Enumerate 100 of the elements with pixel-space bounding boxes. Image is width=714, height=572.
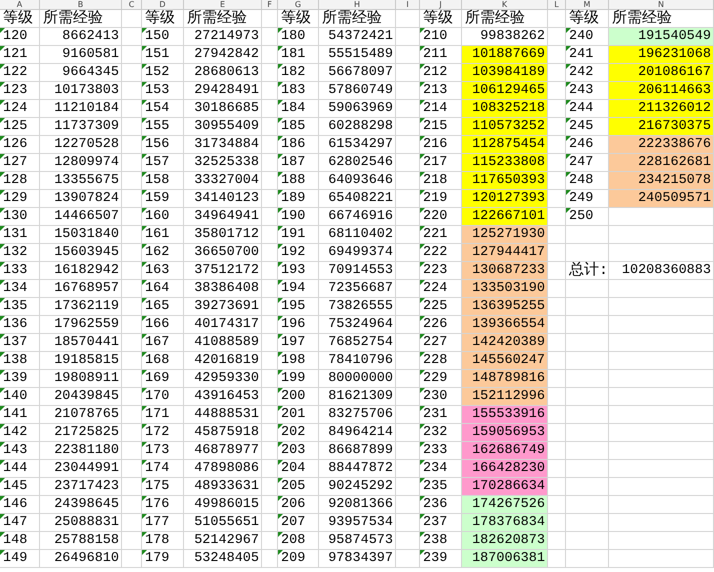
exp-cell: 112875454 — [462, 136, 547, 153]
column-header[interactable]: C — [122, 0, 142, 10]
exp-cell-text: 9160581 — [61, 46, 120, 63]
level-text: 137 — [3, 335, 28, 350]
triangle-icon — [420, 172, 425, 177]
triangle-icon — [0, 316, 5, 321]
level-text: 166 — [145, 317, 170, 332]
level-text: 152 — [145, 65, 170, 80]
column-header[interactable]: A — [0, 0, 40, 10]
exp-cell-text: 53248405 — [193, 550, 260, 567]
level-text: 125 — [3, 119, 28, 134]
column-header[interactable]: F — [262, 0, 278, 10]
level-text: 164 — [145, 281, 170, 296]
triangle-icon — [566, 46, 571, 51]
exp-cell-text: 62802546 — [327, 154, 394, 171]
exp-cell: 148789816 — [462, 370, 547, 387]
level-text: 230 — [423, 389, 448, 404]
triangle-icon — [566, 28, 571, 33]
exp-cell-text: 88447872 — [327, 460, 394, 477]
triangle-icon — [420, 406, 425, 411]
exp-cell: 125271930 — [462, 226, 547, 243]
level-text: 180 — [281, 29, 306, 44]
exp-cell-text: 12270528 — [53, 136, 120, 153]
exp-cell: 152112996 — [462, 388, 547, 405]
level-text: 211 — [423, 47, 448, 62]
exp-cell-text: 52142967 — [193, 532, 260, 549]
level-text: 196 — [281, 317, 306, 332]
triangle-icon — [420, 208, 425, 213]
level-text: 143 — [3, 443, 28, 458]
column-header[interactable]: H — [319, 0, 396, 10]
level-text: 178 — [145, 533, 170, 548]
level-text: 204 — [281, 461, 306, 476]
triangle-icon — [420, 136, 425, 141]
exp-cell-text: 51055651 — [193, 514, 260, 531]
triangle-icon — [142, 82, 147, 87]
triangle-icon — [0, 172, 5, 177]
exp-cell-text: 93957534 — [327, 514, 394, 531]
level-text: 153 — [145, 83, 170, 98]
exp-cell: 162686749 — [462, 442, 547, 459]
column-header[interactable]: J — [420, 0, 462, 10]
triangle-icon — [420, 514, 425, 519]
triangle-icon — [0, 46, 5, 51]
exp-cell-text: 31734884 — [193, 136, 260, 153]
triangle-icon — [420, 550, 425, 555]
column-header[interactable]: D — [142, 0, 184, 10]
level-text: 145 — [3, 479, 28, 494]
triangle-icon — [278, 532, 283, 537]
triangle-icon — [142, 496, 147, 501]
level-text: 189 — [281, 191, 306, 206]
triangle-icon — [420, 370, 425, 375]
triangle-icon — [420, 280, 425, 285]
exp-cell-text: 70914553 — [327, 262, 394, 279]
triangle-icon — [278, 226, 283, 231]
exp-cell-text: 37512172 — [193, 262, 260, 279]
level-text: 135 — [3, 299, 28, 314]
exp-cell-text: 19808911 — [53, 370, 120, 387]
column-header[interactable]: E — [184, 0, 262, 10]
column-header[interactable]: I — [396, 0, 420, 10]
triangle-icon — [278, 316, 283, 321]
triangle-icon — [566, 64, 571, 69]
triangle-icon — [278, 442, 283, 447]
triangle-icon — [278, 406, 283, 411]
column-header[interactable]: M — [566, 0, 609, 10]
triangle-icon — [420, 532, 425, 537]
header-cell-text: 所需经验 — [42, 10, 104, 27]
exp-cell: 222338676 — [609, 136, 713, 153]
exp-cell: 178376834 — [462, 514, 547, 531]
level-text: 183 — [281, 83, 306, 98]
header-cell-text: 等级 — [280, 10, 312, 27]
exp-cell-text: 99838262 — [479, 28, 546, 45]
exp-cell: 170286634 — [462, 478, 547, 495]
level-text: 160 — [145, 209, 170, 224]
triangle-icon — [278, 334, 283, 339]
exp-cell-text: 22381180 — [53, 442, 120, 459]
column-header[interactable]: L — [548, 0, 566, 10]
level-text: 207 — [281, 515, 306, 530]
level-text: 236 — [423, 497, 448, 512]
exp-cell-text: 9664345 — [61, 64, 120, 81]
exp-cell-text: 90245292 — [327, 478, 394, 495]
header-cell-text: 等级 — [144, 10, 176, 27]
exp-cell: 145560247 — [462, 352, 547, 369]
exp-cell: 103984189 — [462, 64, 547, 81]
triangle-icon — [278, 496, 283, 501]
level-text: 233 — [423, 443, 448, 458]
level-text: 163 — [145, 263, 170, 278]
column-header[interactable]: N — [609, 0, 714, 10]
exp-cell: 182620873 — [462, 532, 547, 549]
triangle-icon — [0, 370, 5, 375]
column-header[interactable]: B — [40, 0, 122, 10]
level-text: 123 — [3, 83, 28, 98]
column-header[interactable]: K — [462, 0, 548, 10]
header-cell-text: 等级 — [422, 10, 454, 27]
level-text: 224 — [423, 281, 448, 296]
level-text: 223 — [423, 263, 448, 278]
column-header[interactable]: G — [278, 0, 319, 10]
level-text: 226 — [423, 317, 448, 332]
triangle-icon — [0, 244, 5, 249]
level-text: 159 — [145, 191, 170, 206]
exp-cell-text: 23044991 — [53, 460, 120, 477]
level-text: 213 — [423, 83, 448, 98]
